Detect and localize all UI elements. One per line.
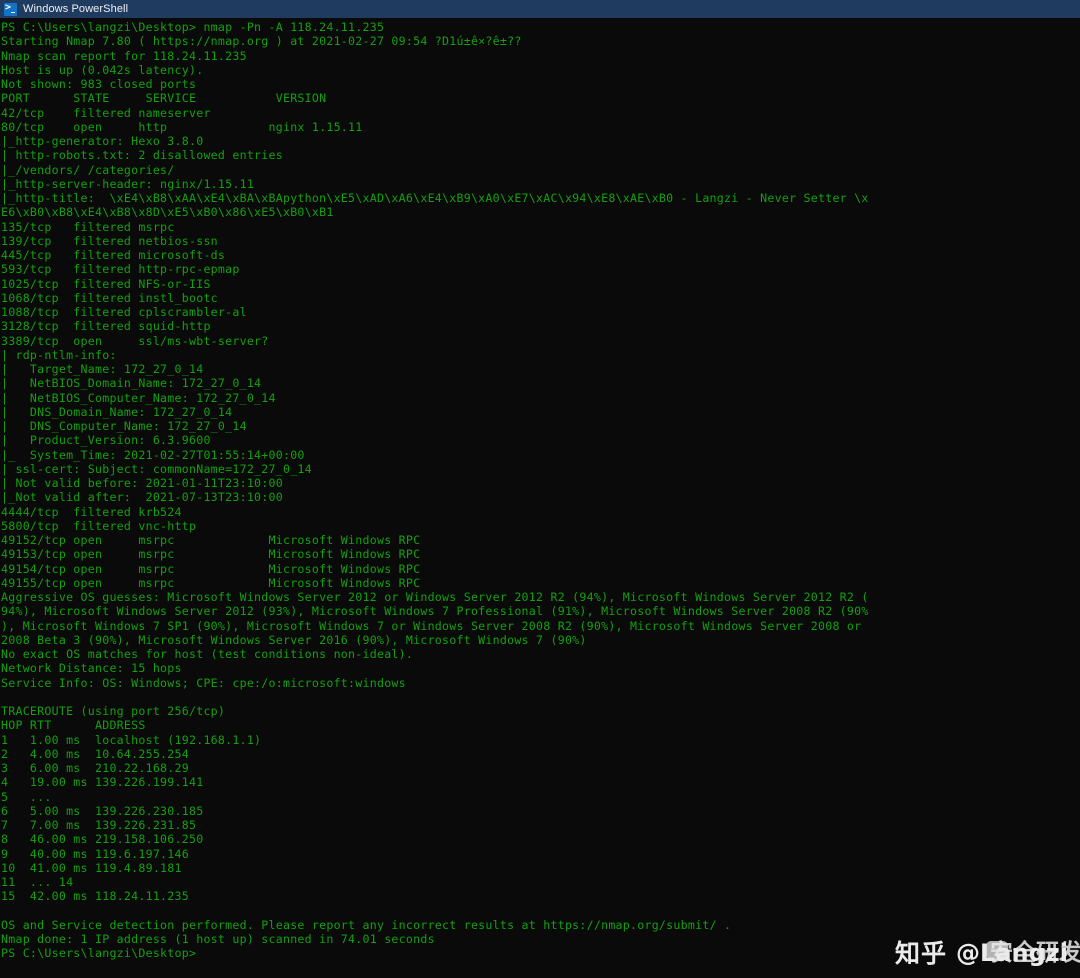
console-line: 7 7.00 ms 139.226.231.85	[1, 818, 197, 832]
console-line: 42/tcp filtered nameserver	[1, 105, 211, 120]
console-line: OS and Service detection performed. Plea…	[1, 917, 732, 932]
console-line: 2008 Beta 3 (90%), Microsoft Windows Ser…	[1, 632, 587, 647]
console-line: |_http-generator: Hexo 3.8.0	[1, 134, 204, 148]
console-line: Service Info: OS: Windows; CPE: cpe:/o:m…	[1, 675, 406, 690]
console-line: 49152/tcp open msrpc Microsoft Windows R…	[1, 533, 421, 547]
console-line: | ssl-cert: Subject: commonName=172_27_0…	[1, 461, 312, 476]
console-line: | Not valid before: 2021-01-11T23:10:00	[1, 476, 283, 490]
console-line: 6 5.00 ms 139.226.230.185	[1, 803, 204, 818]
console-line: 10 41.00 ms 119.4.89.181	[1, 860, 182, 875]
console-line: Not shown: 983 closed ports	[1, 77, 197, 91]
console-line: 11 ... 14	[1, 875, 74, 889]
console-line: 94%), Microsoft Windows Server 2012 (93%…	[1, 604, 869, 619]
console-line: 8 46.00 ms 219.158.106.250	[1, 832, 204, 847]
powershell-icon	[4, 1, 17, 16]
console-line: 593/tcp filtered http-rpc-epmap	[1, 262, 240, 277]
console-line: 1025/tcp filtered NFS-or-IIS	[1, 276, 211, 291]
console-line: |_ System_Time: 2021-02-27T01:55:14+00:0…	[1, 447, 305, 462]
console-line: 3128/tcp filtered squid-http	[1, 319, 211, 334]
console-text: PS C:\Users\langzi\Desktop> nmap -Pn -A …	[1, 20, 1080, 961]
console-line: | DNS_Domain_Name: 172_27_0_14	[1, 404, 233, 419]
console-line: | Target_Name: 172_27_0_14	[1, 362, 204, 376]
console-line: HOP RTT ADDRESS	[1, 718, 146, 733]
console-line: Starting Nmap 7.80 ( https://nmap.org ) …	[1, 34, 522, 49]
console-line: 139/tcp filtered netbios-ssn	[1, 233, 218, 248]
console-line: 1 1.00 ms localhost (192.168.1.1)	[1, 732, 262, 747]
powershell-window: Windows PowerShell PS C:\Users\langzi\De…	[0, 0, 1080, 978]
window-titlebar[interactable]: Windows PowerShell	[0, 0, 1080, 18]
console-line: PS C:\Users\langzi\Desktop> nmap -Pn -A …	[1, 20, 385, 34]
console-line: Nmap scan report for 118.24.11.235	[1, 48, 247, 63]
console-line: 3389/tcp open ssl/ms-wbt-server?	[1, 333, 269, 348]
console-line: 2 4.00 ms 10.64.255.254	[1, 746, 189, 761]
console-line: | rdp-ntlm-info:	[1, 347, 117, 362]
console-line: 80/tcp open http nginx 1.15.11	[1, 119, 363, 134]
console-line: | NetBIOS_Domain_Name: 172_27_0_14	[1, 376, 262, 391]
console-line: Network Distance: 15 hops	[1, 661, 182, 676]
console-line: 49154/tcp open msrpc Microsoft Windows R…	[1, 561, 421, 576]
console-line: 4444/tcp filtered krb524	[1, 504, 182, 519]
console-line: 3 6.00 ms 210.22.168.29	[1, 761, 189, 775]
console-line: TRACEROUTE (using port 256/tcp)	[1, 704, 226, 718]
console-line: PORT STATE SERVICE VERSION	[1, 91, 327, 106]
console-line: ), Microsoft Windows 7 SP1 (90%), Micros…	[1, 618, 862, 633]
console-line: | NetBIOS_Computer_Name: 172_27_0_14	[1, 390, 276, 405]
console-line: |_Not valid after: 2021-07-13T23:10:00	[1, 490, 283, 505]
console-output-area[interactable]: PS C:\Users\langzi\Desktop> nmap -Pn -A …	[0, 18, 1080, 978]
console-line: |_/vendors/ /categories/	[1, 162, 175, 177]
console-line: | http-robots.txt: 2 disallowed entries	[1, 148, 283, 163]
console-line: 1088/tcp filtered cplscrambler-al	[1, 305, 247, 319]
console-line: E6\xB0\xB8\xE4\xB8\x8D\xE5\xB0\x86\xE5\x…	[1, 205, 334, 220]
console-line: 49153/tcp open msrpc Microsoft Windows R…	[1, 547, 421, 562]
console-line: 15 42.00 ms 118.24.11.235	[1, 889, 189, 904]
console-line: Host is up (0.042s latency).	[1, 62, 204, 77]
console-line: No exact OS matches for host (test condi…	[1, 647, 414, 661]
window-title: Windows PowerShell	[23, 3, 129, 15]
console-line: PS C:\Users\langzi\Desktop>	[1, 946, 197, 961]
console-line: 135/tcp filtered msrpc	[1, 219, 175, 234]
console-line: Aggressive OS guesses: Microsoft Windows…	[1, 590, 869, 604]
console-line: 5800/tcp filtered vnc-http	[1, 518, 197, 533]
console-line: | DNS_Computer_Name: 172_27_0_14	[1, 419, 247, 433]
console-line: |_http-title: \xE4\xB8\xAA\xE4\xBA\xBApy…	[1, 191, 869, 205]
console-line: 1068/tcp filtered instl_bootc	[1, 290, 218, 305]
console-line: | Product_Version: 6.3.9600	[1, 433, 211, 448]
console-line: Nmap done: 1 IP address (1 host up) scan…	[1, 932, 435, 946]
console-line: 9 40.00 ms 119.6.197.146	[1, 846, 189, 861]
console-line: 4 19.00 ms 139.226.199.141	[1, 775, 204, 790]
console-line: |_http-server-header: nginx/1.15.11	[1, 176, 255, 191]
console-line: 49155/tcp open msrpc Microsoft Windows R…	[1, 575, 421, 590]
console-line: 445/tcp filtered microsoft-ds	[1, 248, 226, 262]
console-line: 5 ...	[1, 789, 52, 804]
